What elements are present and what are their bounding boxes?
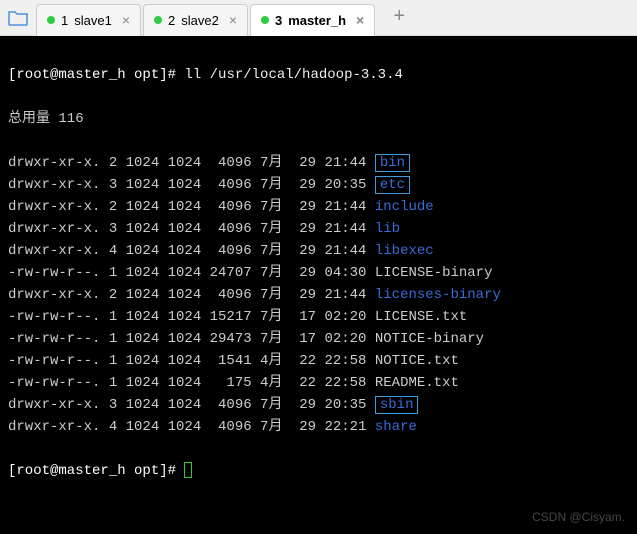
listing-meta: -rw-rw-r--. 1 1024 1024 1541 4月 22 22:58 xyxy=(8,350,375,372)
watermark: CSDN @Cisyam. xyxy=(532,506,625,528)
file-name: NOTICE.txt xyxy=(375,353,459,369)
tab-index: 2 xyxy=(168,13,175,28)
dir-name: share xyxy=(375,419,417,435)
dir-name: include xyxy=(375,199,434,215)
list-item: drwxr-xr-x. 3 1024 1024 4096 7月 29 21:44… xyxy=(8,218,629,240)
tab-bar: 1 slave1 × 2 slave2 × 3 master_h × + xyxy=(0,0,637,36)
listing-meta: drwxr-xr-x. 3 1024 1024 4096 7月 29 21:44 xyxy=(8,218,375,240)
tab-index: 3 xyxy=(275,13,282,28)
listing-meta: drwxr-xr-x. 2 1024 1024 4096 7月 29 21:44 xyxy=(8,152,375,174)
folder-icon[interactable] xyxy=(0,0,36,36)
total-line: 总用量 116 xyxy=(8,108,629,130)
list-item: drwxr-xr-x. 3 1024 1024 4096 7月 29 20:35… xyxy=(8,394,629,416)
new-tab-button[interactable]: + xyxy=(383,2,415,34)
dir-name: etc xyxy=(375,176,410,194)
dir-name: lib xyxy=(375,221,400,237)
tab-slave1[interactable]: 1 slave1 × xyxy=(36,4,141,36)
list-item: drwxr-xr-x. 4 1024 1024 4096 7月 29 22:21… xyxy=(8,416,629,438)
cursor xyxy=(184,462,192,478)
list-item: -rw-rw-r--. 1 1024 1024 15217 7月 17 02:2… xyxy=(8,306,629,328)
terminal[interactable]: [root@master_h opt]# ll /usr/local/hadoo… xyxy=(0,36,637,534)
list-item: -rw-rw-r--. 1 1024 1024 175 4月 22 22:58 … xyxy=(8,372,629,394)
tab-master_h[interactable]: 3 master_h × xyxy=(250,4,375,36)
listing-meta: -rw-rw-r--. 1 1024 1024 175 4月 22 22:58 xyxy=(8,372,375,394)
close-icon[interactable]: × xyxy=(229,12,237,28)
tab-label: slave1 xyxy=(74,13,112,28)
listing-meta: drwxr-xr-x. 3 1024 1024 4096 7月 29 20:35 xyxy=(8,174,375,196)
dir-name: licenses-binary xyxy=(375,287,501,303)
list-item: -rw-rw-r--. 1 1024 1024 29473 7月 17 02:2… xyxy=(8,328,629,350)
list-item: drwxr-xr-x. 2 1024 1024 4096 7月 29 21:44… xyxy=(8,284,629,306)
file-name: LICENSE.txt xyxy=(375,309,467,325)
file-name: LICENSE-binary xyxy=(375,265,493,281)
prompt: [root@master_h opt]# xyxy=(8,463,176,479)
listing-meta: -rw-rw-r--. 1 1024 1024 29473 7月 17 02:2… xyxy=(8,328,375,350)
listing-meta: drwxr-xr-x. 4 1024 1024 4096 7月 29 21:44 xyxy=(8,240,375,262)
dir-name: sbin xyxy=(375,396,419,414)
listing-meta: drwxr-xr-x. 2 1024 1024 4096 7月 29 21:44 xyxy=(8,196,375,218)
listing-meta: drwxr-xr-x. 3 1024 1024 4096 7月 29 20:35 xyxy=(8,394,375,416)
list-item: -rw-rw-r--. 1 1024 1024 1541 4月 22 22:58… xyxy=(8,350,629,372)
dir-name: libexec xyxy=(375,243,434,259)
tab-index: 1 xyxy=(61,13,68,28)
listing-meta: drwxr-xr-x. 4 1024 1024 4096 7月 29 22:21 xyxy=(8,416,375,438)
list-item: drwxr-xr-x. 2 1024 1024 4096 7月 29 21:44… xyxy=(8,196,629,218)
prompt-line: [root@master_h opt]# xyxy=(8,460,629,482)
tab-label: master_h xyxy=(288,13,346,28)
status-dot-icon xyxy=(154,16,162,24)
listing-meta: drwxr-xr-x. 2 1024 1024 4096 7月 29 21:44 xyxy=(8,284,375,306)
list-item: drwxr-xr-x. 3 1024 1024 4096 7月 29 20:35… xyxy=(8,174,629,196)
list-item: drwxr-xr-x. 4 1024 1024 4096 7月 29 21:44… xyxy=(8,240,629,262)
listing-meta: -rw-rw-r--. 1 1024 1024 15217 7月 17 02:2… xyxy=(8,306,375,328)
status-dot-icon xyxy=(47,16,55,24)
file-name: README.txt xyxy=(375,375,459,391)
status-dot-icon xyxy=(261,16,269,24)
list-item: -rw-rw-r--. 1 1024 1024 24707 7月 29 04:3… xyxy=(8,262,629,284)
close-icon[interactable]: × xyxy=(122,12,130,28)
tab-slave2[interactable]: 2 slave2 × xyxy=(143,4,248,36)
file-name: NOTICE-binary xyxy=(375,331,484,347)
prompt: [root@master_h opt]# xyxy=(8,67,176,83)
close-icon[interactable]: × xyxy=(356,12,364,28)
listing-meta: -rw-rw-r--. 1 1024 1024 24707 7月 29 04:3… xyxy=(8,262,375,284)
tab-label: slave2 xyxy=(181,13,219,28)
dir-name: bin xyxy=(375,154,410,172)
prompt-line: [root@master_h opt]# ll /usr/local/hadoo… xyxy=(8,64,629,86)
command: ll /usr/local/hadoop-3.3.4 xyxy=(184,67,402,83)
list-item: drwxr-xr-x. 2 1024 1024 4096 7月 29 21:44… xyxy=(8,152,629,174)
